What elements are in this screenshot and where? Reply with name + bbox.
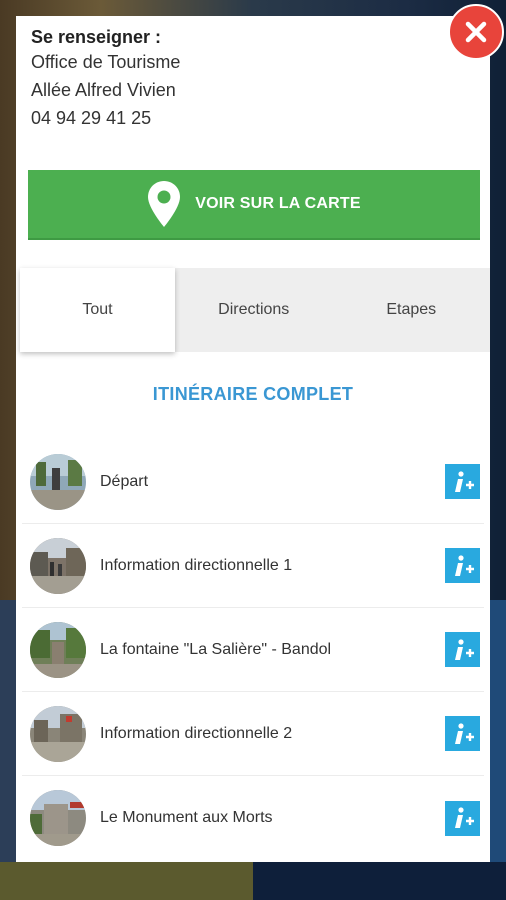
background-bottom-right — [253, 862, 506, 900]
background-left-strip — [0, 600, 16, 862]
view-on-map-button[interactable]: VOIR SUR LA CARTE — [28, 170, 480, 240]
itinerary-modal: Se renseigner : Office de Tourisme Allée… — [16, 16, 490, 862]
itinerary-list: Départ Information directionnelle 1 La f… — [22, 440, 484, 860]
info-button[interactable] — [445, 632, 480, 667]
info-button[interactable] — [445, 464, 480, 499]
section-title: ITINÉRAIRE COMPLET — [152, 384, 354, 404]
contact-info: Se renseigner : Office de Tourisme Allée… — [31, 26, 451, 132]
info-button[interactable] — [445, 548, 480, 583]
list-item-label: Le Monument aux Morts — [100, 809, 273, 826]
list-item-label: Information directionnelle 1 — [100, 556, 293, 574]
tab-directions-label: Directions — [218, 301, 290, 318]
tab-tout[interactable]: Tout — [20, 268, 175, 352]
tab-tout-label: Tout — [82, 301, 113, 318]
list-item[interactable]: Information directionnelle 1 — [22, 524, 484, 608]
tab-etapes[interactable]: Etapes — [333, 268, 491, 352]
tab-directions[interactable]: Directions — [175, 268, 333, 352]
thumbnail-image — [30, 621, 86, 678]
close-button[interactable] — [448, 4, 504, 60]
info-plus-icon — [454, 470, 474, 492]
contact-address: Allée Alfred Vivien — [31, 80, 176, 100]
thumbnail-image — [30, 790, 86, 846]
contact-phone[interactable]: 04 94 29 41 25 — [31, 104, 451, 132]
contact-heading: Se renseigner : — [31, 27, 162, 47]
thumbnail-image — [30, 705, 86, 762]
filter-tabs: Tout Directions Etapes — [20, 268, 490, 352]
view-on-map-label: VOIR SUR LA CARTE — [195, 195, 361, 212]
contact-office: Office de Tourisme — [31, 52, 181, 72]
list-item[interactable]: Le Monument aux Morts — [22, 776, 484, 860]
info-plus-icon — [454, 638, 474, 660]
thumbnail-image — [30, 453, 86, 510]
list-item[interactable]: La fontaine "La Salière" - Bandol — [22, 608, 484, 692]
info-plus-icon — [454, 722, 474, 744]
info-plus-icon — [454, 554, 474, 576]
background-bottom-left — [0, 862, 253, 900]
list-item-label: Information directionnelle 2 — [100, 724, 293, 742]
list-item[interactable]: Départ — [22, 440, 484, 524]
list-item-label: Départ — [100, 472, 149, 490]
info-button[interactable] — [445, 716, 480, 751]
list-item-label: La fontaine "La Salière" - Bandol — [100, 640, 332, 658]
map-pin-icon — [148, 181, 181, 227]
info-button[interactable] — [445, 800, 480, 836]
background-right-strip — [490, 600, 506, 862]
tab-etapes-label: Etapes — [386, 301, 437, 318]
list-item[interactable]: Information directionnelle 2 — [22, 692, 484, 776]
close-icon — [465, 21, 487, 43]
info-plus-icon — [454, 807, 474, 828]
thumbnail-image — [30, 537, 86, 594]
